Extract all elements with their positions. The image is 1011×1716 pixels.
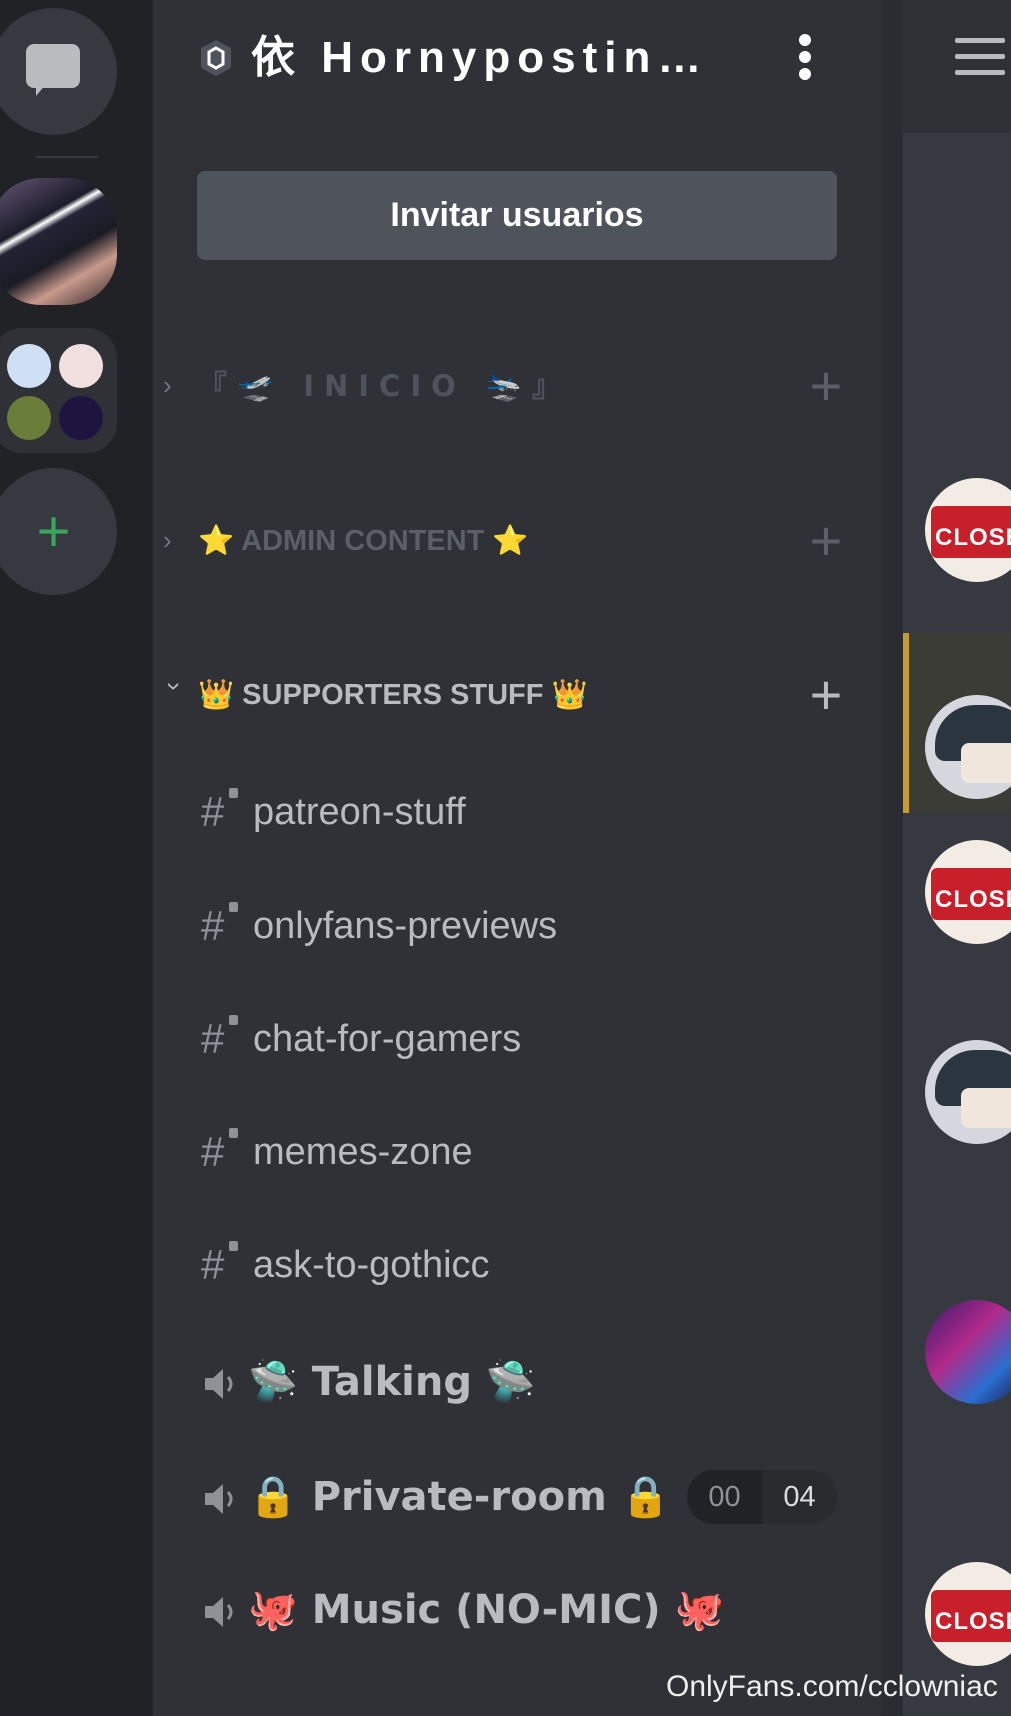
- category-admin-content[interactable]: › ⭐ ADMIN CONTENT ⭐ +: [153, 511, 881, 571]
- server-icon-active[interactable]: [0, 178, 117, 305]
- channel-label: ask-to-gothicc: [253, 1244, 490, 1286]
- category-label: ⭐ ADMIN CONTENT ⭐: [198, 525, 529, 557]
- chevron-right-icon: ›: [163, 370, 172, 400]
- server-name: 依 Hornypostin…: [251, 33, 709, 82]
- speaker-icon: [205, 1369, 233, 1399]
- chat-header: [903, 0, 1011, 133]
- voice-user-limit: 04: [762, 1470, 837, 1524]
- direct-messages-button[interactable]: [0, 8, 117, 135]
- category-inicio[interactable]: › 『🛫 INICIO 🛬』 +: [153, 356, 881, 416]
- voice-channel-talking[interactable]: 🛸 Talking 🛸: [153, 1342, 881, 1422]
- plus-icon: +: [36, 499, 71, 564]
- voice-user-count: 00: [708, 1481, 741, 1513]
- category-supporters-stuff[interactable]: › 👑 SUPPORTERS STUFF 👑 +: [153, 665, 881, 725]
- chat-area-peek: CLOSED CLOSED CLOSED: [903, 0, 1011, 1716]
- mention-highlight-bar: [903, 633, 909, 813]
- channel-ask-to-gothicc[interactable]: # ask-to-gothicc: [153, 1225, 881, 1305]
- add-channel-icon[interactable]: +: [801, 511, 851, 571]
- channel-chat-for-gamers[interactable]: # chat-for-gamers: [153, 999, 881, 1079]
- server-icon[interactable]: [7, 344, 51, 388]
- channel-label: patreon-stuff: [253, 791, 466, 833]
- channel-panel: 依 Hornypostin… Invitar usuarios › 『🛫 INI…: [153, 0, 881, 1716]
- add-server-button[interactable]: +: [0, 468, 117, 595]
- avatar[interactable]: [925, 1040, 1011, 1144]
- channel-label: 🐙 Music (NO-MIC) 🐙: [248, 1587, 725, 1633]
- category-label: 👑 SUPPORTERS STUFF 👑: [198, 679, 588, 711]
- add-channel-icon[interactable]: +: [801, 665, 851, 725]
- server-icon[interactable]: [59, 396, 103, 440]
- invite-users-button[interactable]: Invitar usuarios: [197, 171, 837, 260]
- hamburger-icon[interactable]: [955, 38, 1005, 76]
- add-channel-icon[interactable]: +: [801, 356, 851, 416]
- channel-label: 🛸 Talking 🛸: [248, 1359, 536, 1405]
- avatar[interactable]: CLOSED: [925, 1562, 1011, 1666]
- channel-patreon-stuff[interactable]: # patreon-stuff: [153, 772, 881, 852]
- category-label: 『🛫 INICIO 🛬』: [198, 369, 571, 403]
- channel-label: 🔒 Private-room 🔒: [248, 1474, 671, 1520]
- channel-memes-zone[interactable]: # memes-zone: [153, 1112, 881, 1192]
- channel-label: chat-for-gamers: [253, 1018, 522, 1060]
- chat-bubble-icon: [26, 44, 80, 88]
- shield-icon: [201, 40, 231, 76]
- watermark: OnlyFans.com/cclowniac: [666, 1670, 998, 1703]
- avatar[interactable]: [925, 1300, 1011, 1404]
- speaker-icon: [205, 1484, 233, 1514]
- channel-label: memes-zone: [253, 1131, 473, 1173]
- voice-channel-music[interactable]: 🐙 Music (NO-MIC) 🐙: [153, 1570, 881, 1650]
- channel-onlyfans-previews[interactable]: # onlyfans-previews: [153, 886, 881, 966]
- avatar[interactable]: CLOSED: [925, 840, 1011, 944]
- speaker-icon: [205, 1597, 233, 1627]
- rail-divider: [36, 156, 98, 158]
- server-icon[interactable]: [59, 344, 103, 388]
- voice-user-count-badge: 00 04: [687, 1470, 837, 1524]
- server-header[interactable]: 依 Hornypostin…: [153, 0, 881, 112]
- avatar[interactable]: CLOSED: [925, 478, 1011, 582]
- chevron-right-icon: ›: [163, 525, 172, 555]
- server-rail: +: [0, 0, 153, 1716]
- server-icon[interactable]: [7, 396, 51, 440]
- channel-label: onlyfans-previews: [253, 905, 558, 947]
- server-folder[interactable]: [0, 328, 117, 453]
- chevron-down-icon: ›: [160, 682, 190, 691]
- kebab-icon[interactable]: [793, 32, 817, 82]
